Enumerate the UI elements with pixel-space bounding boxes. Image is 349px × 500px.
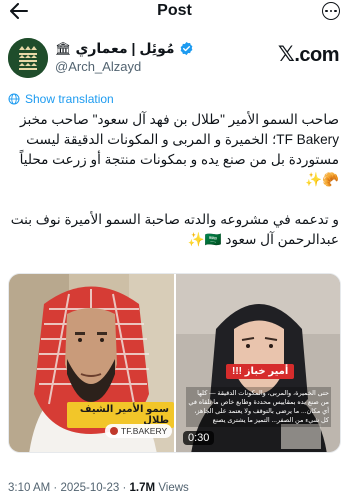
more-options-icon <box>322 2 340 20</box>
media-grid: سمو الأمير الشيف طلال TF.BAKERY أمير خبا… <box>8 273 341 453</box>
video-duration-badge: 0:30 <box>183 431 215 445</box>
post-text: صاحب السمو الأمير "طلال بن فهد آل سعود" … <box>10 112 339 247</box>
watermark-suffix: .com <box>294 44 339 66</box>
show-translation-label[interactable]: Show translation <box>25 92 114 106</box>
globe-icon <box>8 93 20 105</box>
media-image-left[interactable]: سمو الأمير الشيف طلال TF.BAKERY <box>9 274 174 452</box>
views-label: Views <box>158 482 189 494</box>
post-meta: 3:10 AM · 2025-10-23 · 1.7M Views <box>8 482 189 494</box>
avatar[interactable] <box>8 38 48 78</box>
author-header: 🏛 مُوئِل | معماري @Arch_Alzayd 𝕏.com <box>0 36 349 80</box>
views-count: 1.7M <box>129 482 156 494</box>
display-name[interactable]: مُوئِل | معماري <box>76 40 175 57</box>
video-subtitle: حتى الخميرة، والمربى، والمكونات الدقيقة … <box>186 387 331 427</box>
display-name-row[interactable]: 🏛 مُوئِل | معماري <box>55 40 194 57</box>
institution-icon: 🏛 <box>55 40 72 56</box>
brand-logo-icon <box>110 427 118 435</box>
verified-badge-icon <box>180 41 192 56</box>
x-logo-watermark: 𝕏.com <box>277 42 340 67</box>
x-logo-icon: 𝕏 <box>277 42 295 66</box>
user-handle[interactable]: @Arch_Alzayd <box>55 59 141 74</box>
post-time[interactable]: 3:10 AM <box>8 482 50 494</box>
media-video-right[interactable]: أمير خباز !!! حتى الخميرة، والمربى، والم… <box>176 274 340 452</box>
right-caption: أمير خباز !!! <box>226 364 295 379</box>
show-translation-link[interactable]: Show translation <box>8 92 114 106</box>
brand-tag-label: TF.BAKERY <box>121 426 168 436</box>
meta-separator: · <box>53 482 58 494</box>
more-options-button[interactable] <box>319 2 343 20</box>
brand-tag: TF.BAKERY <box>105 424 173 438</box>
page-title: Post <box>157 2 192 19</box>
top-bar: Post <box>0 0 349 26</box>
meta-separator-2: · <box>122 482 127 494</box>
post-date[interactable]: 2025-10-23 <box>60 482 119 494</box>
